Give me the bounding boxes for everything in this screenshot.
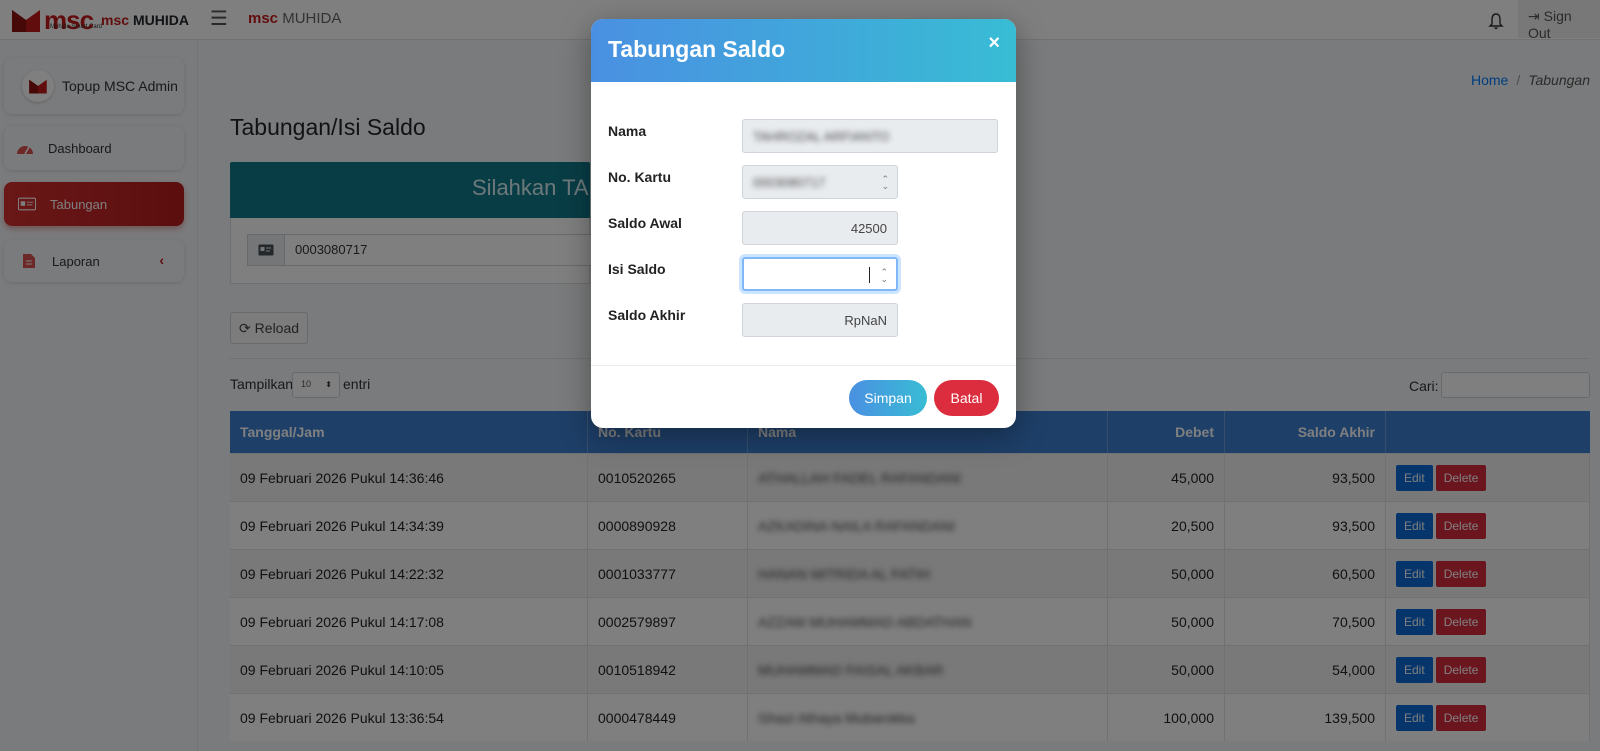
saldo-awal-input: 42500: [742, 211, 898, 245]
modal-title: Tabungan Saldo: [608, 36, 786, 62]
field-saldo-akhir: Saldo Akhir RpNaN: [608, 303, 998, 337]
saldo-awal-label: Saldo Awal: [608, 215, 682, 231]
field-saldo-awal: Saldo Awal 42500: [608, 211, 998, 245]
isi-saldo-input[interactable]: ⌃ ⌄: [742, 257, 898, 291]
spinner-icon: ⌃ ⌄: [881, 174, 889, 191]
modal-footer: Simpan Batal: [591, 365, 1016, 428]
field-isi-saldo: Isi Saldo ⌃ ⌄: [608, 257, 998, 291]
save-button[interactable]: Simpan: [849, 380, 927, 416]
field-nama: Nama TAHROZAL ARFIANTO: [608, 119, 998, 153]
field-kartu: No. Kartu 0003080717 ⌃ ⌄: [608, 165, 998, 199]
kartu-input: 0003080717 ⌃ ⌄: [742, 165, 898, 199]
close-icon[interactable]: ×: [988, 32, 1000, 55]
saldo-akhir-label: Saldo Akhir: [608, 307, 686, 323]
text-caret: [869, 267, 870, 283]
modal-header: Tabungan Saldo ×: [591, 19, 1016, 82]
nama-value: TAHROZAL ARFIANTO: [753, 129, 890, 144]
nama-label: Nama: [608, 123, 647, 139]
isi-saldo-label: Isi Saldo: [608, 261, 666, 277]
cancel-button[interactable]: Batal: [934, 380, 999, 416]
saldo-akhir-input: RpNaN: [742, 303, 898, 337]
kartu-label: No. Kartu: [608, 169, 671, 185]
nama-input: TAHROZAL ARFIANTO: [742, 119, 998, 153]
spinner-icon[interactable]: ⌃ ⌄: [880, 268, 888, 284]
kartu-value: 0003080717: [753, 175, 826, 190]
tabungan-saldo-modal: Tabungan Saldo × Nama TAHROZAL ARFIANTO …: [591, 19, 1016, 428]
